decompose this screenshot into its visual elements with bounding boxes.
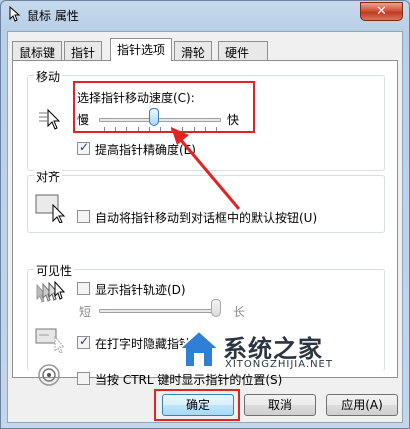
house-logo-icon [177,329,221,368]
ctrl-location-checkbox[interactable] [77,372,90,385]
snap-to-default-icon [35,194,66,223]
title-bar[interactable]: 鼠标 属性 ✕ [1,1,409,27]
trails-checkbox[interactable] [77,282,90,295]
apply-button[interactable]: 应用(A) [326,394,398,416]
snap-group-title: 对齐 [34,168,63,185]
tab-wheel[interactable]: 滑轮 [174,41,212,60]
checkmark-icon: ✓ [79,140,90,154]
visibility-group-title: 可见性 [34,262,75,279]
tab-hardware[interactable]: 硬件 [218,41,268,60]
hide-typing-checkbox[interactable]: ✓ [77,334,90,349]
trail-long-label: 长 [233,305,246,319]
watermark-url: XITONGZHIJIA.NET [225,359,333,370]
mouse-pointer-icon [9,6,21,22]
pointer-speed-icon [39,108,61,130]
checkmark-icon: ✓ [79,334,90,348]
tab-pointers[interactable]: 指针 [64,41,102,60]
cancel-button[interactable]: 取消 [244,394,316,416]
annotation-arrow-icon [171,127,241,210]
snap-checkbox[interactable] [77,210,90,223]
trails-label: 显示指针轨迹(D) [95,283,186,297]
show-location-icon [38,364,60,386]
tab-buttons[interactable]: 鼠标键 [12,41,62,60]
close-button[interactable]: ✕ [360,2,403,21]
motion-group-title: 移动 [34,68,63,85]
trail-slider-thumb[interactable] [211,299,221,317]
trail-short-label: 短 [79,305,92,319]
trail-slider-track[interactable] [99,309,221,313]
ok-highlight-box [154,389,240,421]
mouse-properties-window: 鼠标 属性 ✕ 鼠标键 指针 指针选项 滑轮 硬件 移动 选择指针移动速度(C)… [0,0,410,429]
pointer-trails-icon [36,281,66,303]
watermark: 系统之家 XITONGZHIJIA.NET [177,327,377,377]
tab-pointer-options[interactable]: 指针选项 [110,38,172,61]
hide-while-typing-icon [35,328,66,353]
precision-checkbox[interactable]: ✓ [77,140,90,155]
window-title: 鼠标 属性 [27,9,79,23]
